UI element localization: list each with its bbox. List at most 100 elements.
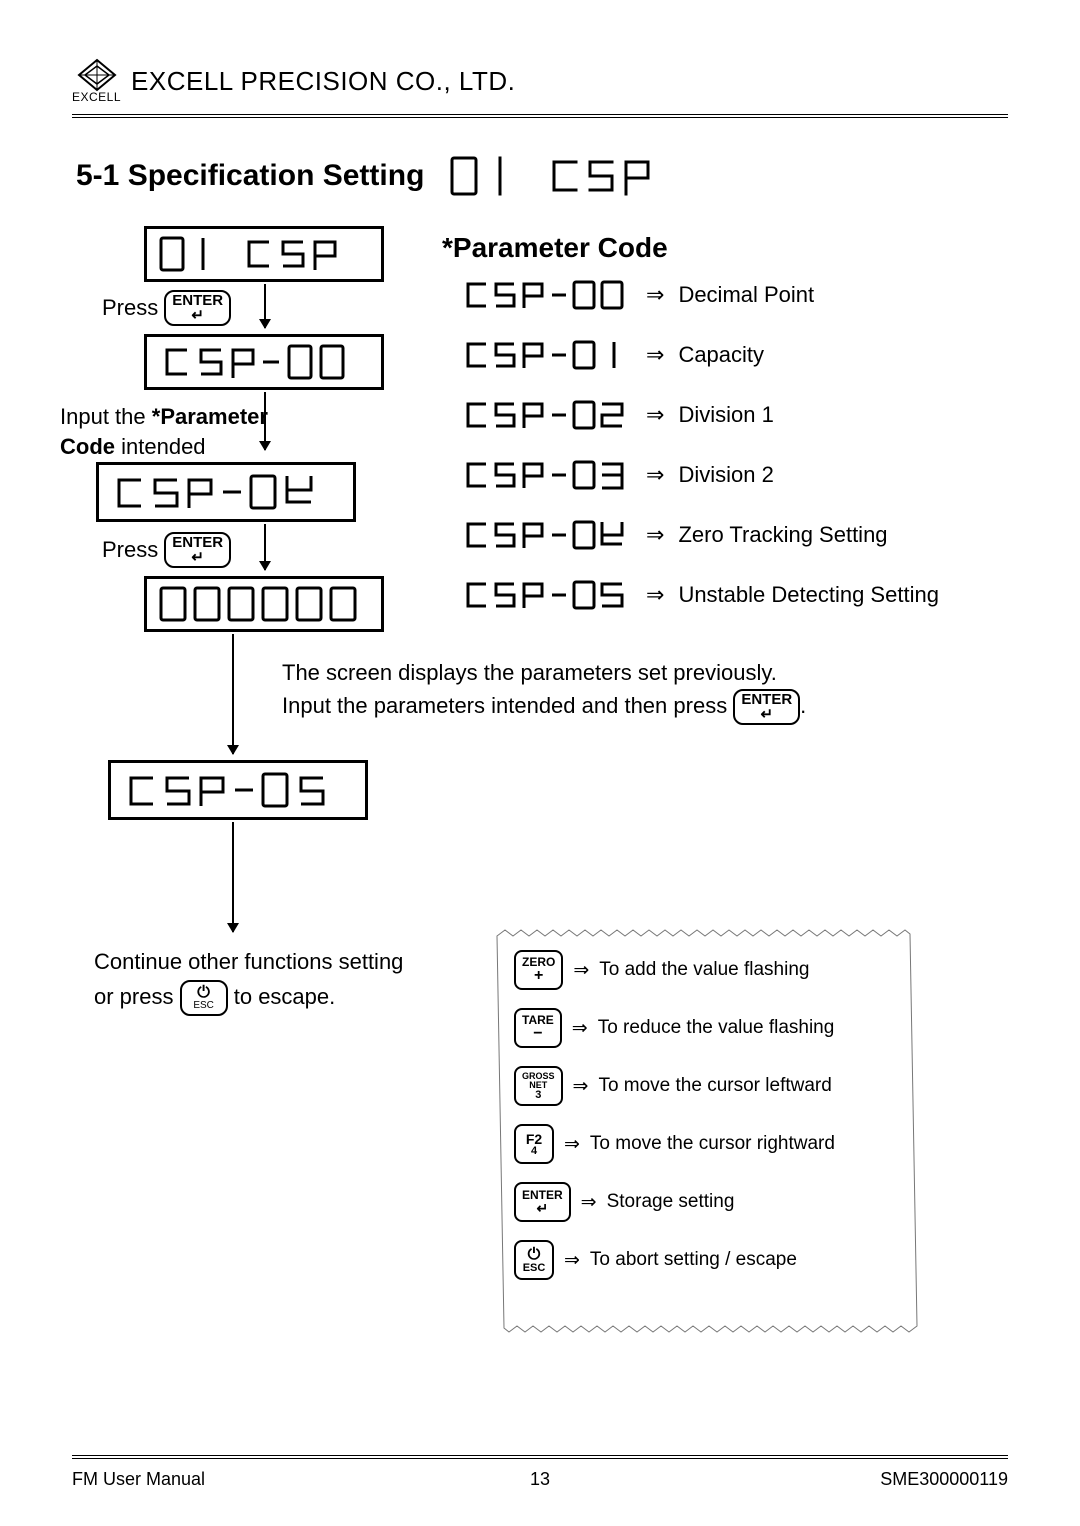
enter-key-label: ENTER (172, 535, 223, 550)
header-divider (72, 114, 1008, 118)
esc-key-icon: ⏻ ESC (514, 1240, 554, 1280)
press-text: Press (102, 537, 158, 563)
enter-key-icon: ENTER ↵ (164, 290, 231, 326)
enter-key-label: ENTER (741, 692, 792, 707)
key-sub-label: − (533, 1026, 542, 1042)
press-text: Press (102, 295, 158, 321)
legend-desc: To move the cursor rightward (590, 1133, 835, 1155)
enter-key-icon: ENTER ↵ (733, 689, 800, 725)
input-label-rest: intended (121, 434, 205, 459)
power-icon: ⏻ (197, 985, 210, 1001)
paragraph-period: . (800, 693, 806, 718)
implies-icon: ⇒ (646, 342, 664, 368)
gross-net-key-icon: GROSS NET 3 (514, 1066, 563, 1106)
input-label-part: Input the (60, 404, 146, 429)
legend-desc: To add the value flashing (599, 959, 809, 981)
instruction-paragraph: The screen displays the parameters set p… (282, 656, 942, 725)
legend-row: F2 4 ⇒ To move the cursor rightward (514, 1124, 902, 1164)
legend-desc: To move the cursor leftward (598, 1075, 831, 1097)
pcode-desc: Zero Tracking Setting (678, 522, 887, 548)
parameter-code-title: *Parameter Code (442, 232, 668, 264)
key-sub-label: ESC (523, 1263, 546, 1274)
implies-icon: ⇒ (646, 282, 664, 308)
section-title: 5-1 Specification Setting (76, 159, 424, 193)
input-parameter-label: Input the *Parameter Code intended (60, 402, 320, 461)
flow-diagram: Press ENTER ↵ Input the (72, 226, 1008, 1406)
continue-line2: or press ⏻ ESC to escape. (94, 979, 474, 1016)
flow-arrow (232, 634, 234, 754)
implies-icon: ⇒ (646, 462, 664, 488)
implies-icon: ⇒ (573, 1075, 589, 1098)
pcode-row: ⇒ Unstable Detecting Setting (462, 578, 939, 612)
parameter-code-list: ⇒ Decimal Point ⇒ Capacity ⇒ Division 1 (462, 278, 939, 638)
press-enter-label-2: Press ENTER ↵ (102, 532, 231, 568)
section-title-row: 5-1 Specification Setting (76, 154, 1008, 198)
pcode-desc: Capacity (678, 342, 764, 368)
enter-key-label: ENTER (172, 293, 223, 308)
key-sub-label: 3 (535, 1090, 541, 1101)
lcd-display-1 (144, 226, 384, 282)
legend-row: ENTER ↵ ⇒ Storage setting (514, 1182, 902, 1222)
page-footer: FM User Manual 13 SME300000119 (72, 1455, 1008, 1490)
legend-row: ZERO + ⇒ To add the value flashing (514, 950, 902, 990)
footer-right: SME300000119 (880, 1469, 1008, 1490)
enter-key-icon: ENTER ↵ (514, 1182, 571, 1222)
implies-icon: ⇒ (564, 1133, 580, 1156)
legend-row: TARE − ⇒ To reduce the value flashing (514, 1008, 902, 1048)
pcode-desc: Division 1 (678, 402, 773, 428)
key-sub-label: 4 (531, 1146, 537, 1157)
implies-icon: ⇒ (646, 522, 664, 548)
enter-return-icon: ↵ (760, 707, 773, 722)
legend-desc: To reduce the value flashing (598, 1017, 835, 1039)
company-name: EXCELL PRECISION CO., LTD. (131, 66, 515, 97)
pcode-desc: Division 2 (678, 462, 773, 488)
continue-line1: Continue other functions setting (94, 944, 474, 979)
press-enter-label-1: Press ENTER ↵ (102, 290, 231, 326)
continue-line2a: or press (94, 984, 173, 1009)
page-number: 13 (530, 1469, 550, 1490)
pcode-desc: Unstable Detecting Setting (678, 582, 939, 608)
flow-arrow (264, 524, 266, 570)
implies-icon: ⇒ (646, 402, 664, 428)
section-segment-display (450, 154, 730, 198)
enter-return-icon: ↵ (191, 550, 204, 565)
key-sub-label: ↵ (536, 1201, 548, 1215)
pcode-row: ⇒ Zero Tracking Setting (462, 518, 939, 552)
zero-plus-key-icon: ZERO + (514, 950, 563, 990)
flow-arrow (232, 822, 234, 932)
lcd-display-3 (96, 462, 356, 522)
footer-left: FM User Manual (72, 1469, 205, 1490)
lcd-display-2 (144, 334, 384, 390)
esc-key-label: ESC (193, 1001, 214, 1011)
page-header: EXCELL EXCELL PRECISION CO., LTD. (72, 58, 1008, 110)
legend-row: GROSS NET 3 ⇒ To move the cursor leftwar… (514, 1066, 902, 1106)
continue-line2b: to escape. (234, 984, 336, 1009)
logo-diamond-icon (77, 58, 117, 92)
key-sub-label: + (534, 968, 543, 984)
implies-icon: ⇒ (646, 582, 664, 608)
excell-logo: EXCELL (72, 58, 121, 104)
implies-icon: ⇒ (564, 1249, 580, 1272)
key-top-label: F2 (526, 1132, 542, 1146)
paragraph-line2: Input the parameters intended and then p… (282, 689, 942, 725)
continue-text: Continue other functions setting or pres… (94, 944, 474, 1016)
lcd-display-4 (144, 576, 384, 632)
pcode-row: ⇒ Capacity (462, 338, 939, 372)
pcode-row: ⇒ Division 1 (462, 398, 939, 432)
implies-icon: ⇒ (581, 1191, 597, 1214)
legend-row: ⏻ ESC ⇒ To abort setting / escape (514, 1240, 902, 1280)
pcode-desc: Decimal Point (678, 282, 814, 308)
legend-desc: Storage setting (607, 1191, 735, 1213)
input-label-code: Code (60, 434, 115, 459)
esc-key-icon: ⏻ ESC (180, 980, 228, 1016)
paragraph-line1: The screen displays the parameters set p… (282, 656, 942, 689)
input-label-bold: *Parameter (152, 404, 268, 429)
key-legend-box: ZERO + ⇒ To add the value flashing TARE … (492, 926, 922, 1310)
pcode-row: ⇒ Division 2 (462, 458, 939, 492)
paragraph-line2-text: Input the parameters intended and then p… (282, 693, 727, 718)
implies-icon: ⇒ (573, 959, 589, 982)
f2-key-icon: F2 4 (514, 1124, 554, 1164)
implies-icon: ⇒ (572, 1017, 588, 1040)
enter-return-icon: ↵ (191, 308, 204, 323)
logo-text: EXCELL (72, 90, 121, 104)
